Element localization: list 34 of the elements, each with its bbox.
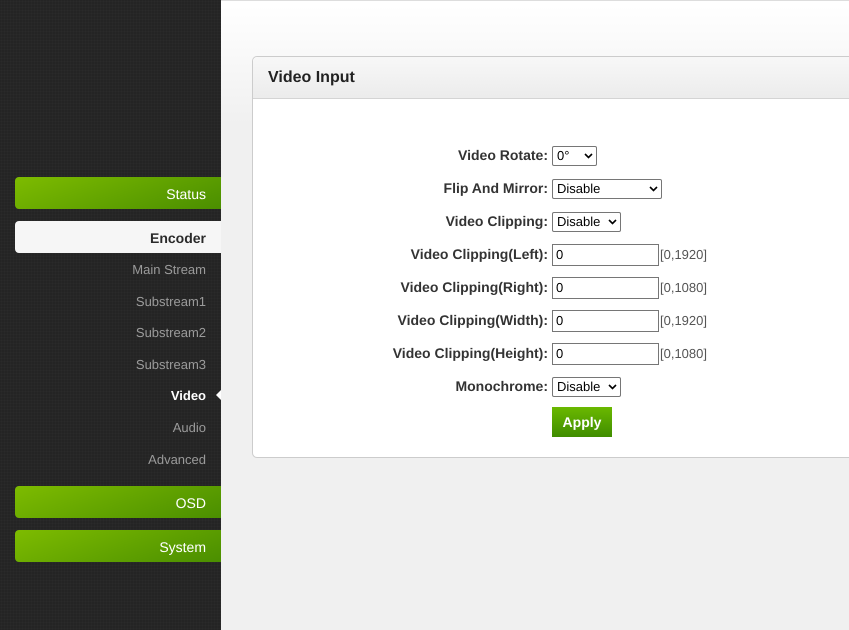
dropdown[interactable]: Disable xyxy=(552,376,621,396)
chevron-down-icon xyxy=(608,218,617,224)
nav-subitem[interactable]: Substream2 xyxy=(15,316,221,348)
chevron-down-icon xyxy=(608,384,617,390)
input-field[interactable]: 0 xyxy=(552,276,659,298)
input-field[interactable]: 0 xyxy=(552,244,659,266)
field-label: Video Clipping(Right): xyxy=(400,278,548,297)
nav-button[interactable]: Encoder xyxy=(15,221,221,253)
nav-subitem[interactable]: Main Stream xyxy=(15,253,221,285)
panel-title: Video Input xyxy=(268,68,355,86)
field-label: Video Rotate: xyxy=(457,146,548,165)
field-label: Monochrome: xyxy=(454,377,548,396)
nav-button[interactable]: OSD xyxy=(15,486,221,518)
field-label: Video Clipping(Height): xyxy=(392,344,548,363)
field-label: Video Clipping: xyxy=(444,212,548,231)
range-hint: [0,1080] xyxy=(660,346,707,361)
dropdown[interactable]: Disable xyxy=(552,178,662,198)
range-hint: [0,1920] xyxy=(660,247,707,262)
input-field[interactable]: 0 xyxy=(552,342,659,364)
dropdown[interactable]: 0° xyxy=(552,146,597,166)
range-hint: [0,1080] xyxy=(660,280,707,295)
chevron-down-icon xyxy=(584,152,593,158)
nav-subitem[interactable]: Advanced xyxy=(15,442,221,474)
dropdown[interactable]: Disable xyxy=(552,212,621,232)
nav-button[interactable]: Status xyxy=(15,177,221,209)
nav-subitem[interactable]: Substream1 xyxy=(15,284,221,316)
nav-subitem[interactable]: Substream3 xyxy=(15,348,221,380)
input-field[interactable]: 0 xyxy=(552,310,659,332)
nav-subitem[interactable]: Audio xyxy=(15,410,221,443)
field-label: Video Clipping(Width): xyxy=(396,311,548,330)
field-label: Video Clipping(Left): xyxy=(410,245,548,264)
range-hint: [0,1920] xyxy=(660,313,707,328)
chevron-down-icon xyxy=(649,186,658,192)
field-label: Flip And Mirror: xyxy=(442,179,548,198)
